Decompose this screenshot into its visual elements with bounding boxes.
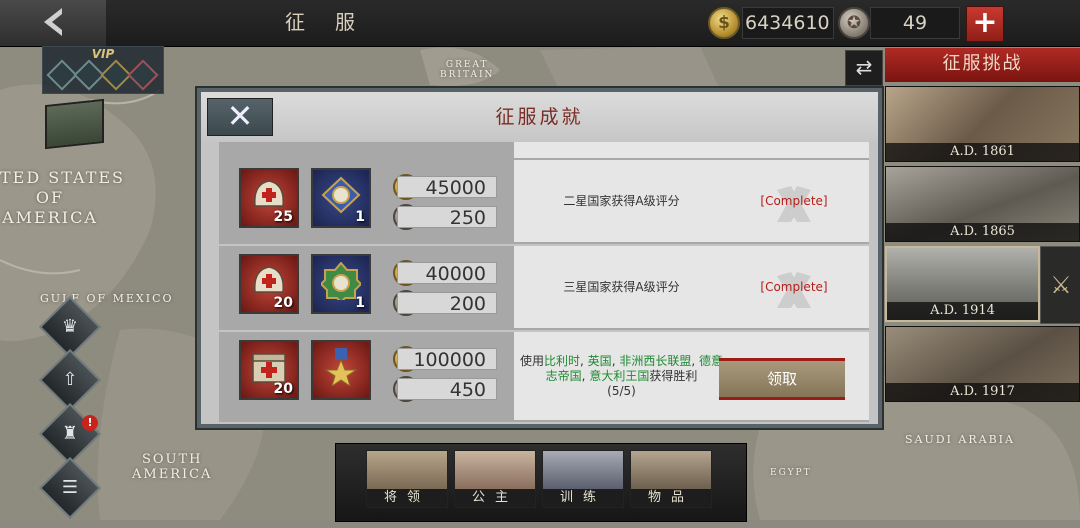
notification-badge: !: [82, 415, 98, 431]
back-button[interactable]: [0, 0, 106, 46]
tab-training[interactable]: 训练: [542, 450, 624, 508]
country-name: 比利时: [544, 353, 581, 368]
achievement-description: 三星国家获得A级评分: [563, 279, 680, 294]
dialog-title: 征服成就: [495, 106, 584, 128]
achievement-dialog: 征服成就 ✕ 25 1 $ 45000 ✪ 250 二星国家获得A级评分 [Co…: [197, 88, 882, 428]
achievement-list[interactable]: 25 1 $ 45000 ✪ 250 二星国家获得A级评分 [Complete]…: [219, 142, 869, 427]
country-name: 意大利王国: [589, 368, 650, 383]
list-item-partial: [219, 142, 869, 160]
medal-reward: 250: [397, 206, 497, 229]
conquest-challenge-tab[interactable]: 征服挑战: [885, 48, 1080, 82]
era-label: A.D. 1914: [887, 302, 1038, 320]
princess-image: [455, 451, 535, 489]
medic-box-item[interactable]: 20: [239, 340, 299, 400]
description-text: 使用比利时, 英国, 非洲西长联盟, 德意志帝国, 意大利王国获得胜利: [520, 354, 723, 383]
status-complete: [Complete]: [760, 194, 828, 208]
generals-image: [367, 451, 447, 489]
country-name: 非洲西长联盟: [619, 353, 692, 368]
medic-helmet-item[interactable]: 20: [239, 254, 299, 314]
achievement-row: 20 1 $ 40000 ✪ 200 三星国家获得A级评分 [Complete]: [219, 246, 869, 330]
tab-items[interactable]: 物品: [630, 450, 712, 508]
achievement-description: 使用比利时, 英国, 非洲西长联盟, 德意志帝国, 意大利王国获得胜利 (5/5…: [519, 332, 724, 420]
era-card-1914[interactable]: A.D. 1914: [885, 246, 1040, 322]
tab-label: 训练: [543, 489, 623, 507]
progress-text: (5/5): [607, 383, 636, 398]
tab-label: 将领: [367, 489, 447, 507]
achievement-description: 二星国家获得A级评分: [563, 193, 680, 208]
document-icon: ☰: [61, 477, 79, 498]
map-label-saudi-arabia: SAUDI ARABIA: [905, 433, 1015, 446]
vip-panel[interactable]: VIP: [42, 46, 164, 94]
gold-reward: 100000: [397, 348, 497, 371]
page-title: 征服: [285, 10, 385, 34]
close-button[interactable]: ✕: [207, 98, 273, 136]
crossed-swords-icon: ⚔: [1050, 271, 1072, 299]
era-label: A.D. 1861: [886, 143, 1079, 161]
medal-reward: 200: [397, 292, 497, 315]
map-label-usa: TED STATES OF AMERICA: [0, 168, 126, 227]
medal-coin-icon: ✪: [838, 7, 870, 39]
green-medal-item[interactable]: 1: [311, 254, 371, 314]
era-card-1865[interactable]: A.D. 1865: [885, 166, 1080, 242]
medal-reward: 450: [397, 378, 497, 401]
claim-button[interactable]: 领取: [719, 358, 845, 400]
vip-badge-icon: [127, 59, 159, 91]
top-bar: 征服 $ 6434610 ✪ 49 +: [0, 0, 1080, 47]
star-medal-icon: [324, 348, 358, 386]
training-image: [543, 451, 623, 489]
add-currency-button[interactable]: +: [966, 6, 1004, 42]
upload-icon: ⇧: [62, 369, 78, 390]
description-fragment: 获得胜利: [649, 368, 698, 383]
gold-reward: 45000: [397, 176, 497, 199]
item-quantity: 1: [355, 209, 365, 225]
items-image: [631, 451, 711, 489]
medal-amount: 49: [870, 7, 960, 39]
era-card-1917[interactable]: A.D. 1917: [885, 326, 1080, 402]
tab-label: 物品: [631, 489, 711, 507]
description-fragment: ,: [691, 353, 699, 368]
star-medal-item[interactable]: [311, 340, 371, 400]
gold-reward: 40000: [397, 262, 497, 285]
description-fragment: 使用: [520, 353, 545, 368]
description-fragment: ,: [580, 353, 588, 368]
item-quantity: 20: [273, 295, 293, 311]
achievement-row: 25 1 $ 45000 ✪ 250 二星国家获得A级评分 [Complete]: [219, 160, 869, 244]
country-name: 英国: [587, 353, 612, 368]
close-icon: ✕: [226, 97, 254, 135]
gold-amount: 6434610: [742, 7, 834, 39]
map-label-south-america: SOUTH AMERICA: [132, 452, 213, 482]
era-card-1861[interactable]: A.D. 1861: [885, 86, 1080, 162]
achievement-row: 20 $ 100000 ✪ 450 使用比利时, 英国, 非洲西长联盟, 德意志…: [219, 332, 869, 422]
era-label: A.D. 1917: [886, 383, 1079, 401]
bottom-nav: 将领 公主 训练 物品: [335, 443, 747, 522]
back-arrow-icon: [44, 8, 62, 36]
gold-coin-icon: $: [708, 7, 740, 39]
era-label: A.D. 1865: [886, 223, 1079, 241]
swap-arrows-icon: ⇄: [855, 55, 873, 79]
laurel-icon: ♛: [61, 316, 79, 337]
supply-chest-icon[interactable]: [45, 98, 104, 150]
item-quantity: 1: [355, 295, 365, 311]
dialog-header: 征服成就 ✕: [201, 92, 878, 142]
crossed-swords-button[interactable]: ⚔: [1040, 246, 1080, 324]
blue-medal-item[interactable]: 1: [311, 168, 371, 228]
tab-label: 公主: [455, 489, 535, 507]
switch-button[interactable]: ⇄: [845, 50, 883, 86]
item-quantity: 25: [273, 209, 293, 225]
medic-helmet-item[interactable]: 25: [239, 168, 299, 228]
map-label-gulf: GULF OF MEXICO: [40, 292, 174, 305]
tab-princess[interactable]: 公主: [454, 450, 536, 508]
map-label-great-britain: GREAT BRITAIN: [440, 60, 495, 80]
status-complete: [Complete]: [760, 280, 828, 294]
tab-generals[interactable]: 将领: [366, 450, 448, 508]
map-label-egypt: EGYPT: [770, 468, 812, 478]
item-quantity: 20: [273, 381, 293, 397]
